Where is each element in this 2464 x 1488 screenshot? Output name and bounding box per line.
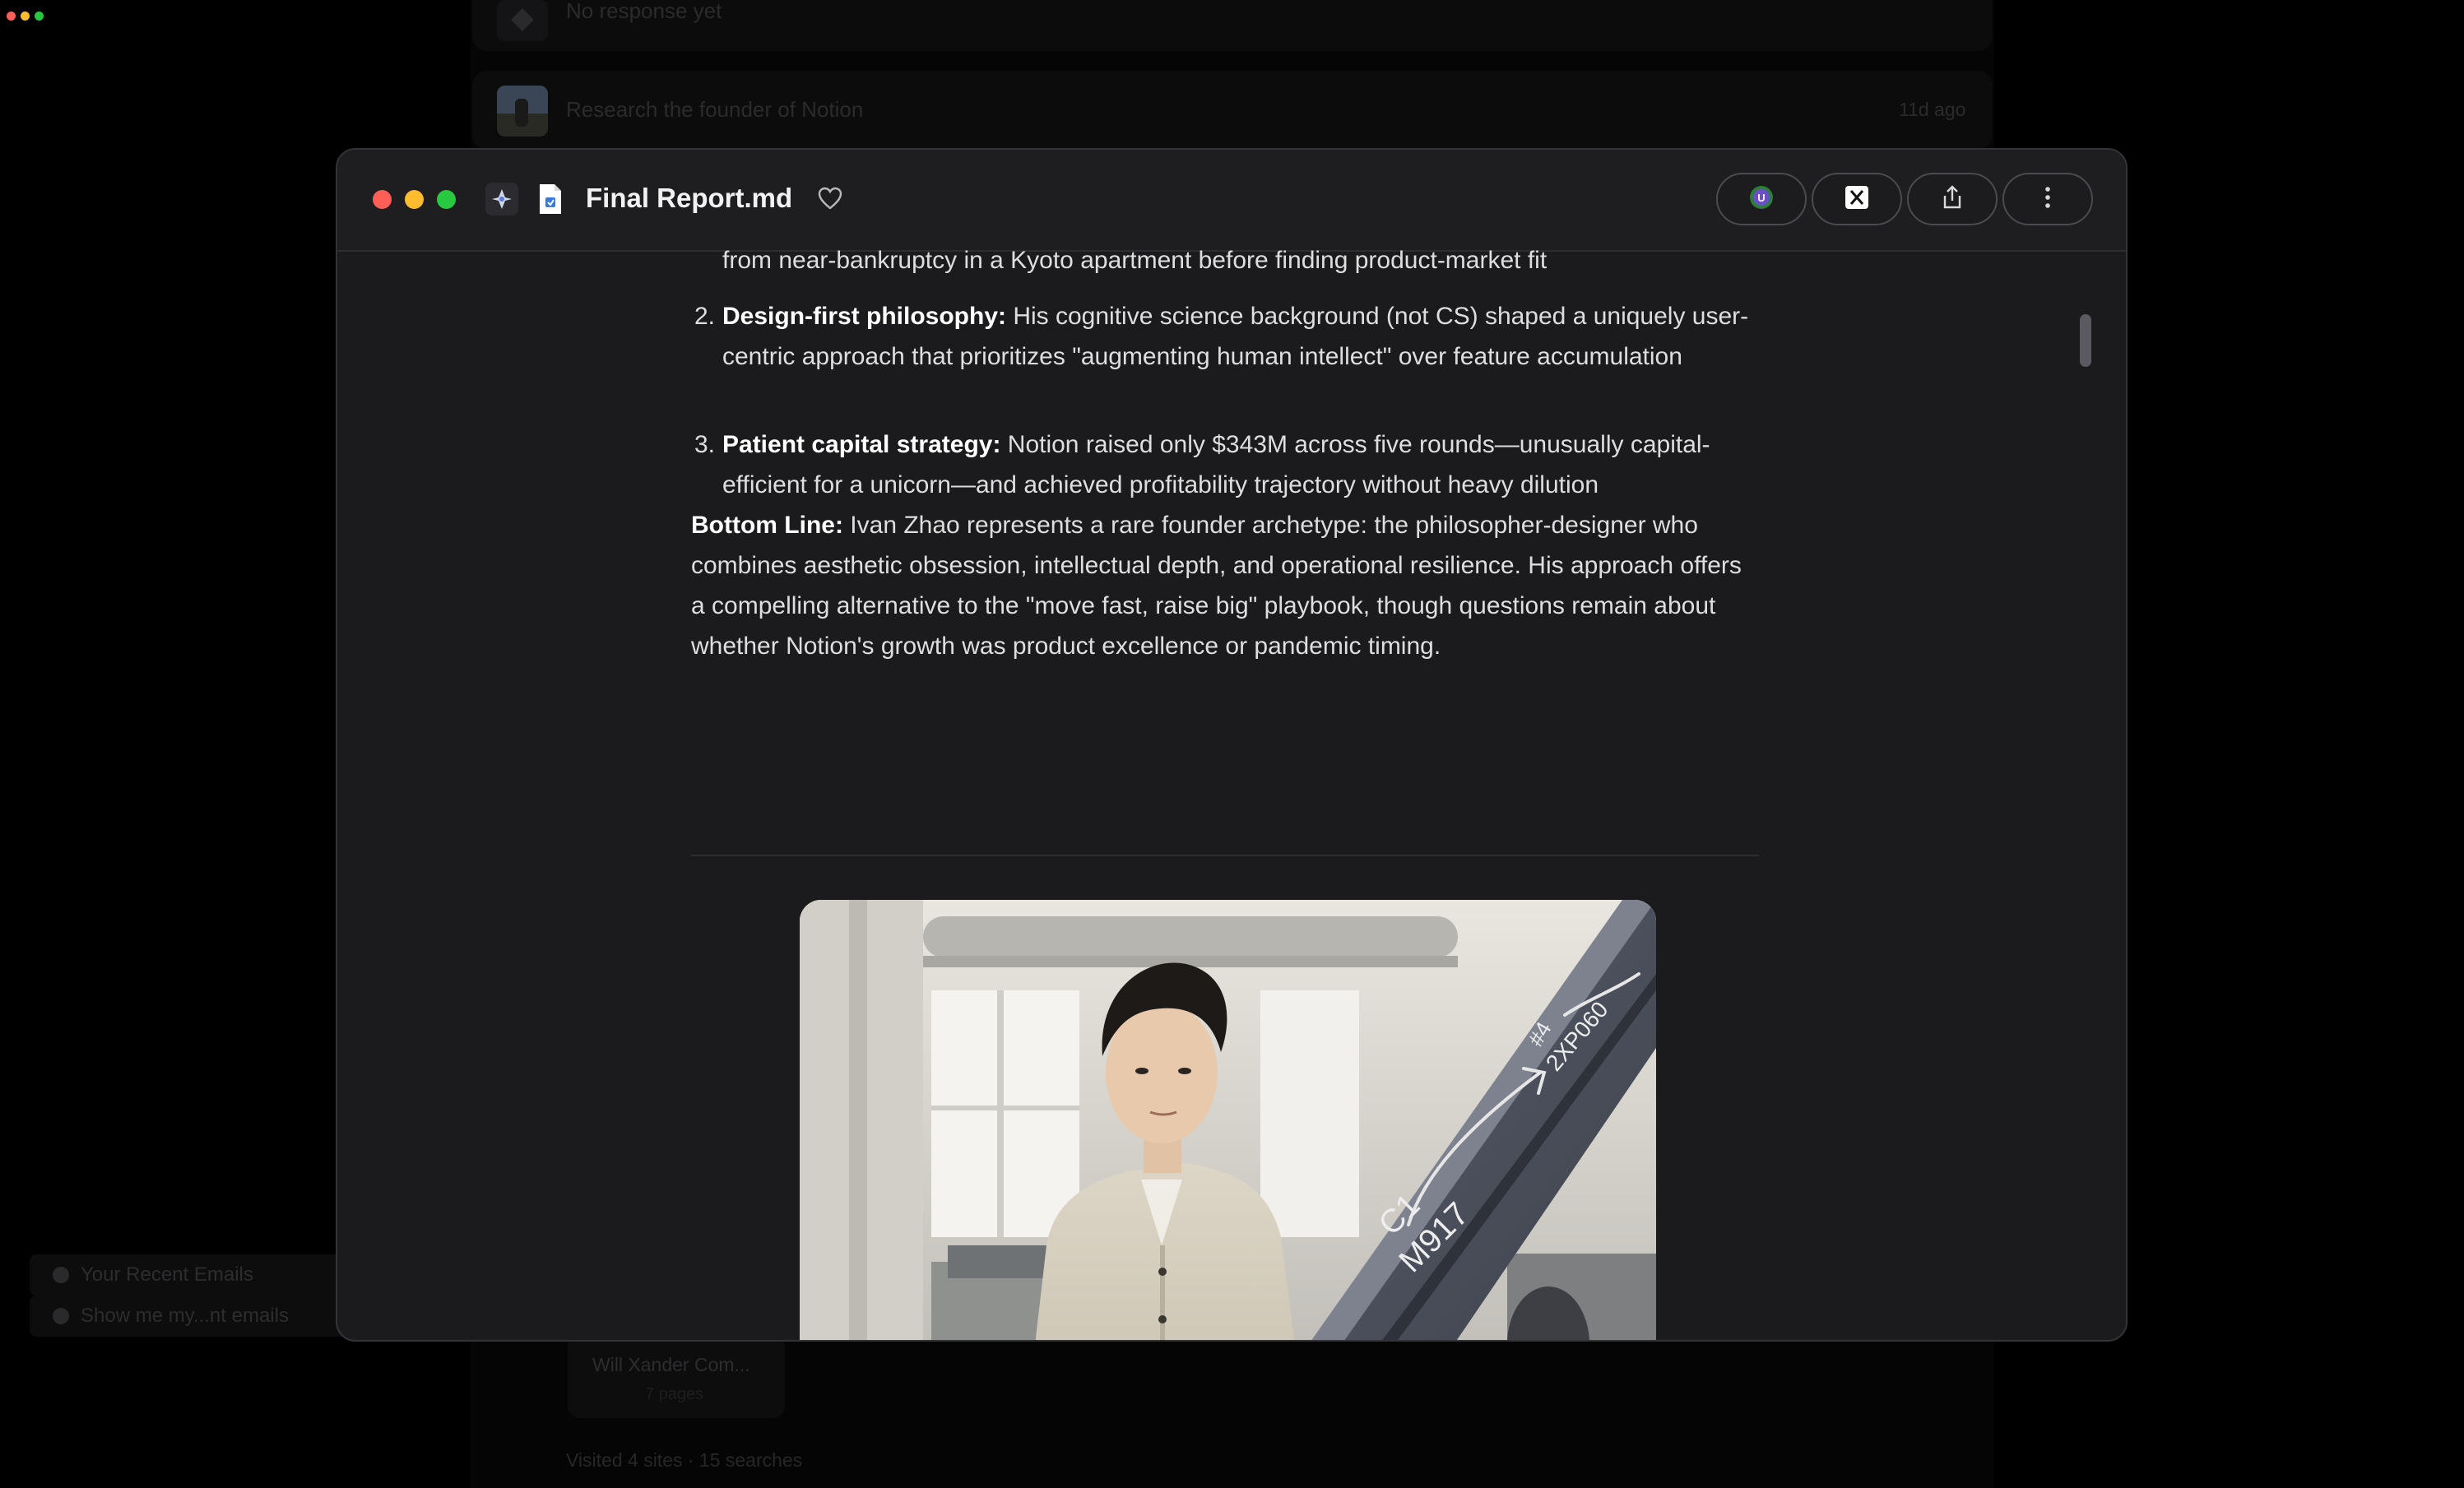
background-task-card: No response yet — [472, 0, 1993, 51]
bottom-line-heading: Bottom Line: — [691, 512, 843, 539]
section-divider — [691, 855, 1759, 856]
chat-icon — [53, 1267, 69, 1283]
bottom-line-text: Ivan Zhao represents a rare founder arch… — [691, 512, 1742, 660]
report-viewer-window: Final Report.md U from near-bankruptcy i… — [336, 148, 2128, 1342]
share-button[interactable] — [1907, 173, 1998, 225]
svg-text:U: U — [1757, 192, 1765, 204]
close-dot — [7, 12, 16, 21]
app-icon — [485, 183, 518, 216]
list-item-design-first: Design-first philosophy: His cognitive s… — [722, 296, 1759, 377]
background-task-card[interactable]: Research the founder of Notion 11d ago — [472, 71, 1993, 150]
task-status: No response yet — [566, 0, 722, 23]
minimize-button[interactable] — [405, 190, 424, 209]
x-logo-icon — [1845, 185, 1869, 214]
list-item-heading: Design-first philosophy: — [722, 303, 1006, 330]
u-avatar-icon: U — [1749, 185, 1774, 214]
user-avatar-button[interactable]: U — [1716, 173, 1807, 225]
list-item-patient-capital: Patient capital strategy: Notion raised … — [722, 424, 1759, 505]
favorite-heart-icon[interactable] — [817, 186, 843, 215]
list-number: 2. — [694, 303, 716, 330]
recent-item[interactable]: Show me my...nt emails — [30, 1296, 350, 1337]
bottom-line-paragraph: Bottom Line: Ivan Zhao represents a rare… — [691, 505, 1759, 666]
report-content: from near-bankruptcy in a Kyoto apartmen… — [691, 250, 1761, 1340]
maximize-button[interactable] — [437, 190, 456, 209]
document-title: Final Report.md — [586, 183, 793, 213]
task-time: 11d ago — [1899, 99, 1966, 120]
app-window-controls — [7, 12, 44, 21]
more-icon — [2044, 185, 2052, 214]
scrollbar-thumb[interactable] — [2080, 314, 2091, 367]
clipped-list-line: from near-bankruptcy in a Kyoto apartmen… — [722, 250, 1548, 274]
x-share-button[interactable] — [1812, 173, 1902, 225]
window-titlebar: Final Report.md U — [337, 150, 2126, 252]
more-options-button[interactable] — [2002, 173, 2093, 225]
recent-item[interactable]: Your Recent Emails — [30, 1254, 350, 1296]
task-thumbnail — [497, 86, 548, 137]
file-icon — [538, 183, 563, 220]
visited-summary: Visited 4 sites · 15 searches — [566, 1449, 803, 1471]
list-item-heading: Patient capital strategy: — [722, 431, 1001, 458]
chat-icon — [53, 1308, 69, 1324]
source-tile[interactable]: Will Xander Com... 7 pages — [568, 1336, 785, 1418]
maximize-dot — [35, 12, 44, 21]
app-logo-icon — [497, 0, 548, 41]
list-number: 3. — [694, 431, 716, 458]
founder-photo: C1 M917 #4 2XP060 — [800, 900, 1656, 1340]
task-title: Research the founder of Notion — [566, 97, 864, 122]
share-icon — [1940, 184, 1965, 215]
close-button[interactable] — [373, 190, 392, 209]
minimize-dot — [21, 12, 30, 21]
